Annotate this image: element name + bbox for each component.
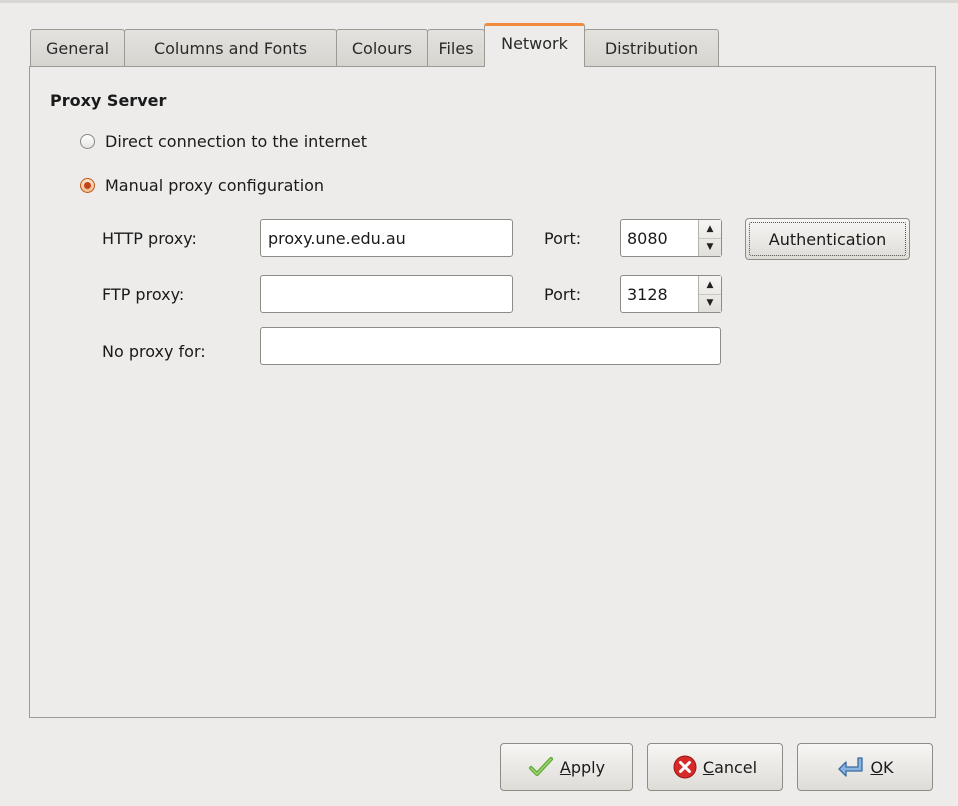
check-icon xyxy=(528,755,554,779)
spin-down-icon[interactable]: ▼ xyxy=(699,293,721,313)
cancel-label: Cancel xyxy=(702,757,758,777)
tab-network[interactable]: Network xyxy=(484,23,585,67)
http-port-value[interactable]: 8080 xyxy=(621,220,698,256)
manual-proxy-option[interactable]: Manual proxy configuration xyxy=(80,176,324,195)
ok-label: OK xyxy=(870,757,894,777)
return-arrow-icon xyxy=(836,755,864,779)
cancel-icon xyxy=(673,755,697,779)
window-top-edge xyxy=(0,0,958,3)
authentication-button[interactable]: Authentication xyxy=(745,218,910,260)
tab-columns-and-fonts[interactable]: Columns and Fonts xyxy=(124,29,337,67)
ftp-port-spinner[interactable]: 3128 ▲ ▼ xyxy=(620,275,722,313)
spin-up-icon[interactable]: ▲ xyxy=(699,276,721,294)
cancel-button[interactable]: Cancel xyxy=(647,743,783,791)
tab-bar: General Columns and Fonts Colours Files … xyxy=(30,23,719,67)
tab-colours[interactable]: Colours xyxy=(336,29,428,67)
tab-general[interactable]: General xyxy=(30,29,125,67)
apply-button[interactable]: Apply xyxy=(500,743,633,791)
spin-up-icon[interactable]: ▲ xyxy=(699,220,721,238)
no-proxy-label: No proxy for: xyxy=(102,342,206,361)
manual-proxy-radio[interactable] xyxy=(80,178,95,193)
ftp-proxy-input[interactable] xyxy=(260,275,513,313)
direct-connection-option[interactable]: Direct connection to the internet xyxy=(80,132,367,151)
direct-connection-label: Direct connection to the internet xyxy=(105,132,367,151)
spin-down-icon[interactable]: ▼ xyxy=(699,237,721,257)
proxy-server-heading: Proxy Server xyxy=(50,91,167,110)
tab-files[interactable]: Files xyxy=(427,29,485,67)
no-proxy-input[interactable] xyxy=(260,327,721,365)
http-port-spinner[interactable]: 8080 ▲ ▼ xyxy=(620,219,722,257)
authentication-button-label: Authentication xyxy=(768,229,887,249)
direct-connection-radio[interactable] xyxy=(80,134,95,149)
network-panel xyxy=(29,66,936,718)
ftp-proxy-label: FTP proxy: xyxy=(102,285,185,304)
apply-label: Apply xyxy=(559,757,606,777)
http-port-label: Port: xyxy=(544,229,582,248)
manual-proxy-label: Manual proxy configuration xyxy=(105,176,325,195)
ftp-port-value[interactable]: 3128 xyxy=(621,276,698,312)
http-proxy-input[interactable]: proxy.une.edu.au xyxy=(260,219,513,257)
tab-distribution[interactable]: Distribution xyxy=(584,29,719,67)
ftp-port-label: Port: xyxy=(544,285,582,304)
ok-button[interactable]: OK xyxy=(797,743,933,791)
http-proxy-label: HTTP proxy: xyxy=(102,229,197,248)
